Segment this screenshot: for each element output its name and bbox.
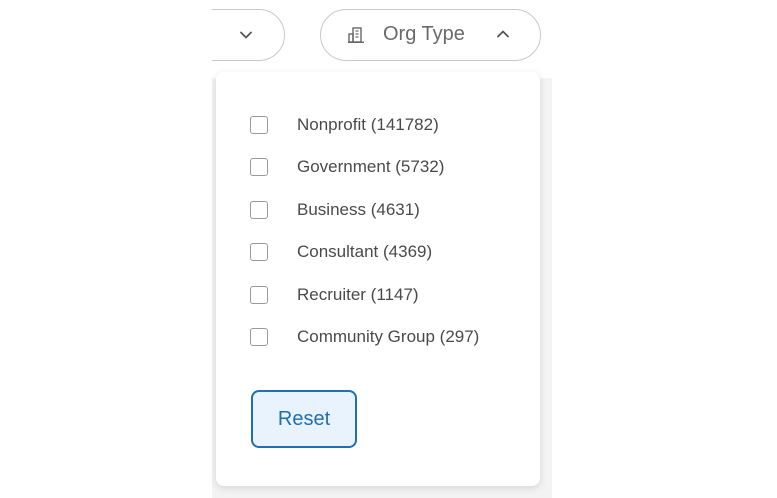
option-label: Government (5732) (297, 157, 445, 176)
option-recruiter[interactable]: Recruiter (1147) (250, 283, 419, 307)
org-type-filter-button[interactable]: Org Type (320, 9, 541, 61)
checkbox-nonprofit[interactable] (250, 116, 268, 134)
option-label: Recruiter (1147) (297, 285, 419, 304)
org-type-dropdown: Nonprofit (141782) Government (5732) Bus… (216, 72, 540, 486)
option-government[interactable]: Government (5732) (250, 155, 444, 179)
filter-pill-clip: s (212, 0, 302, 72)
option-label: Consultant (4369) (297, 242, 433, 261)
option-community-group[interactable]: Community Group (297) (250, 325, 479, 349)
option-consultant[interactable]: Consultant (4369) (250, 240, 432, 264)
option-label: Business (4631) (297, 200, 420, 219)
filter-pill-previous[interactable]: s (212, 9, 285, 61)
building-icon (348, 27, 364, 43)
option-nonprofit[interactable]: Nonprofit (141782) (250, 113, 439, 137)
option-label: Community Group (297) (297, 327, 480, 346)
chevron-up-icon (497, 30, 509, 38)
reset-button[interactable]: Reset (251, 390, 357, 448)
checkbox-recruiter[interactable] (250, 286, 268, 304)
chevron-down-icon (240, 31, 252, 39)
checkbox-community-group[interactable] (250, 328, 268, 346)
checkbox-business[interactable] (250, 201, 268, 219)
org-type-filter-label: Org Type (383, 23, 465, 45)
checkbox-consultant[interactable] (250, 243, 268, 261)
option-business[interactable]: Business (4631) (250, 198, 420, 222)
option-label: Nonprofit (141782) (297, 115, 439, 134)
checkbox-government[interactable] (250, 158, 268, 176)
